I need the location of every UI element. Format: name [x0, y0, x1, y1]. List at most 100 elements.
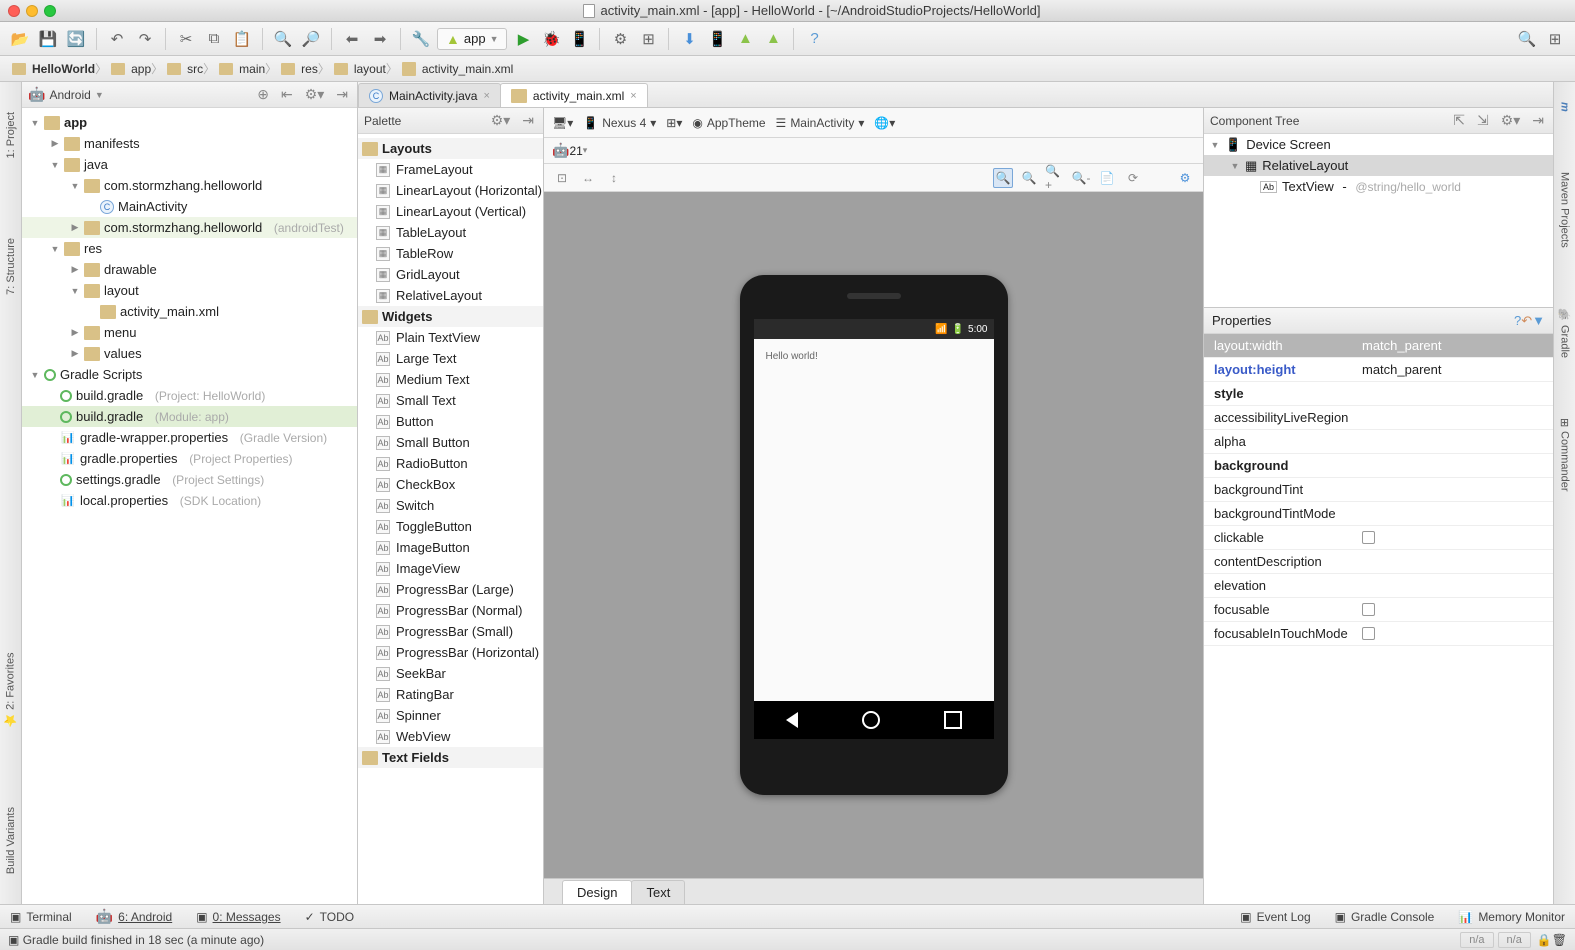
- breadcrumb-item[interactable]: HelloWorld: [6, 62, 105, 76]
- property-row[interactable]: style: [1204, 382, 1553, 406]
- back-button[interactable]: ⬅: [340, 27, 364, 51]
- android-device-button[interactable]: ▲: [761, 27, 785, 51]
- close-window-button[interactable]: [8, 5, 20, 17]
- tree-node-activity-main[interactable]: activity_main.xml: [22, 301, 357, 322]
- hide-icon[interactable]: ⇥: [1529, 112, 1547, 129]
- breadcrumb-item[interactable]: res: [275, 62, 328, 76]
- settings-gear-icon[interactable]: ⚙▾: [302, 86, 328, 103]
- project-structure-button[interactable]: ⊞: [636, 27, 660, 51]
- filter-icon[interactable]: ▼: [1532, 313, 1545, 328]
- property-value[interactable]: [1356, 526, 1553, 549]
- tree-node-gradle-scripts[interactable]: Gradle Scripts: [22, 364, 357, 385]
- collapse-all-icon[interactable]: ⇤: [278, 86, 296, 103]
- tree-node-mainactivity[interactable]: CMainActivity: [22, 196, 357, 217]
- hide-icon[interactable]: ⇥: [333, 86, 351, 103]
- theme-selector[interactable]: ◉ AppTheme: [692, 116, 765, 130]
- palette-item[interactable]: ▦FrameLayout: [358, 159, 543, 180]
- attach-debugger-button[interactable]: 📱: [567, 27, 591, 51]
- breadcrumb-item[interactable]: activity_main.xml: [396, 62, 523, 76]
- property-row[interactable]: clickable: [1204, 526, 1553, 550]
- sync-button[interactable]: 🔄: [64, 27, 88, 51]
- orientation-button[interactable]: 🖥▾: [552, 116, 573, 130]
- component-device-screen[interactable]: 📱Device Screen: [1204, 134, 1553, 155]
- refresh-button[interactable]: ⟳: [1123, 168, 1143, 188]
- property-row[interactable]: accessibilityLiveRegion: [1204, 406, 1553, 430]
- cut-button[interactable]: ✂: [174, 27, 198, 51]
- property-row[interactable]: backgroundTint: [1204, 478, 1553, 502]
- redo-button[interactable]: ↷: [133, 27, 157, 51]
- breadcrumb-item[interactable]: app: [105, 62, 161, 76]
- palette-category-textfields[interactable]: Text Fields: [358, 747, 543, 768]
- project-tool-button[interactable]: 1: Project: [5, 112, 17, 158]
- palette-category-layouts[interactable]: Layouts: [358, 138, 543, 159]
- palette-item[interactable]: AbPlain TextView: [358, 327, 543, 348]
- tree-node-build-gradle-app[interactable]: build.gradle (Module: app): [22, 406, 357, 427]
- status-slot-1[interactable]: n/a: [1460, 932, 1493, 948]
- save-button[interactable]: 💾: [36, 27, 60, 51]
- palette-item[interactable]: AbSpinner: [358, 705, 543, 726]
- text-tab[interactable]: Text: [631, 880, 685, 904]
- component-relativelayout[interactable]: ▦RelativeLayout: [1204, 155, 1553, 176]
- property-value[interactable]: [1356, 454, 1553, 477]
- collapse-icon[interactable]: ⇲: [1474, 112, 1492, 129]
- tree-node-res[interactable]: res: [22, 238, 357, 259]
- scroll-from-source-icon[interactable]: ⊕: [254, 86, 272, 103]
- undo-icon[interactable]: ↶: [1521, 313, 1532, 329]
- project-view-selector[interactable]: 🤖 Android ▼: [28, 86, 248, 103]
- palette-item[interactable]: AbProgressBar (Small): [358, 621, 543, 642]
- palette-item[interactable]: AbButton: [358, 411, 543, 432]
- design-tab[interactable]: Design: [562, 880, 632, 904]
- terminal-tool-button[interactable]: ▣ Terminal: [10, 910, 72, 924]
- minimize-window-button[interactable]: [26, 5, 38, 17]
- tree-node-java[interactable]: java: [22, 154, 357, 175]
- property-row[interactable]: contentDescription: [1204, 550, 1553, 574]
- trash-icon[interactable]: 🗑: [1552, 933, 1567, 947]
- gear-icon[interactable]: ⚙▾: [1498, 112, 1524, 129]
- property-value[interactable]: [1356, 478, 1553, 501]
- palette-item[interactable]: ▦TableLayout: [358, 222, 543, 243]
- tree-node-manifests[interactable]: manifests: [22, 133, 357, 154]
- property-value[interactable]: [1356, 598, 1553, 621]
- palette-item[interactable]: AbSeekBar: [358, 663, 543, 684]
- hide-icon[interactable]: ⇥: [519, 112, 537, 129]
- android-monitor-button[interactable]: ▲: [733, 27, 757, 51]
- tree-node-package[interactable]: com.stormzhang.helloworld: [22, 175, 357, 196]
- component-textview[interactable]: AbTextView - @string/hello_world: [1204, 176, 1553, 197]
- palette-item[interactable]: AbCheckBox: [358, 474, 543, 495]
- zoom-fit-button[interactable]: 🔍: [1019, 168, 1039, 188]
- palette-item[interactable]: AbRadioButton: [358, 453, 543, 474]
- tree-node-layout[interactable]: layout: [22, 280, 357, 301]
- palette-list[interactable]: Layouts ▦FrameLayout▦LinearLayout (Horiz…: [358, 134, 543, 904]
- property-row[interactable]: focusableInTouchMode: [1204, 622, 1553, 646]
- locale-selector[interactable]: 🌐▾: [874, 116, 895, 130]
- property-value[interactable]: [1356, 382, 1553, 405]
- toggle-height-button[interactable]: ↕: [604, 168, 624, 188]
- gradle-tool-button[interactable]: 🐘 Gradle: [1558, 308, 1571, 358]
- property-value[interactable]: match_parent: [1356, 358, 1553, 381]
- palette-item[interactable]: AbSwitch: [358, 495, 543, 516]
- palette-item[interactable]: ▦TableRow: [358, 243, 543, 264]
- run-config-selector[interactable]: ▲ app ▼: [437, 28, 507, 50]
- property-row[interactable]: background: [1204, 454, 1553, 478]
- tree-node-package-test[interactable]: com.stormzhang.helloworld (androidTest): [22, 217, 357, 238]
- palette-item[interactable]: ▦RelativeLayout: [358, 285, 543, 306]
- breadcrumb-item[interactable]: src: [161, 62, 213, 76]
- todo-tool-button[interactable]: ✓ TODO: [305, 910, 355, 924]
- render-settings-button[interactable]: ⚙: [1175, 168, 1195, 188]
- design-canvas[interactable]: 📶 🔋 5:00 Hello world!: [544, 192, 1203, 878]
- memory-monitor-tool-button[interactable]: 📊 Memory Monitor: [1458, 910, 1565, 924]
- close-tab-icon[interactable]: ×: [483, 90, 489, 102]
- tree-node-values[interactable]: values: [22, 343, 357, 364]
- zoom-window-button[interactable]: [44, 5, 56, 17]
- tree-node-menu[interactable]: menu: [22, 322, 357, 343]
- zoom-out-button[interactable]: 🔍-: [1071, 168, 1091, 188]
- event-log-tool-button[interactable]: ▣ Event Log: [1240, 910, 1310, 924]
- palette-item[interactable]: ▦LinearLayout (Horizontal): [358, 180, 543, 201]
- palette-item[interactable]: AbWebView: [358, 726, 543, 747]
- open-button[interactable]: 📂: [8, 27, 32, 51]
- palette-item[interactable]: AbLarge Text: [358, 348, 543, 369]
- checkbox-icon[interactable]: [1362, 627, 1375, 640]
- gear-icon[interactable]: ⚙▾: [488, 112, 514, 129]
- property-value[interactable]: [1356, 430, 1553, 453]
- structure-tool-button[interactable]: 7: Structure: [5, 238, 17, 295]
